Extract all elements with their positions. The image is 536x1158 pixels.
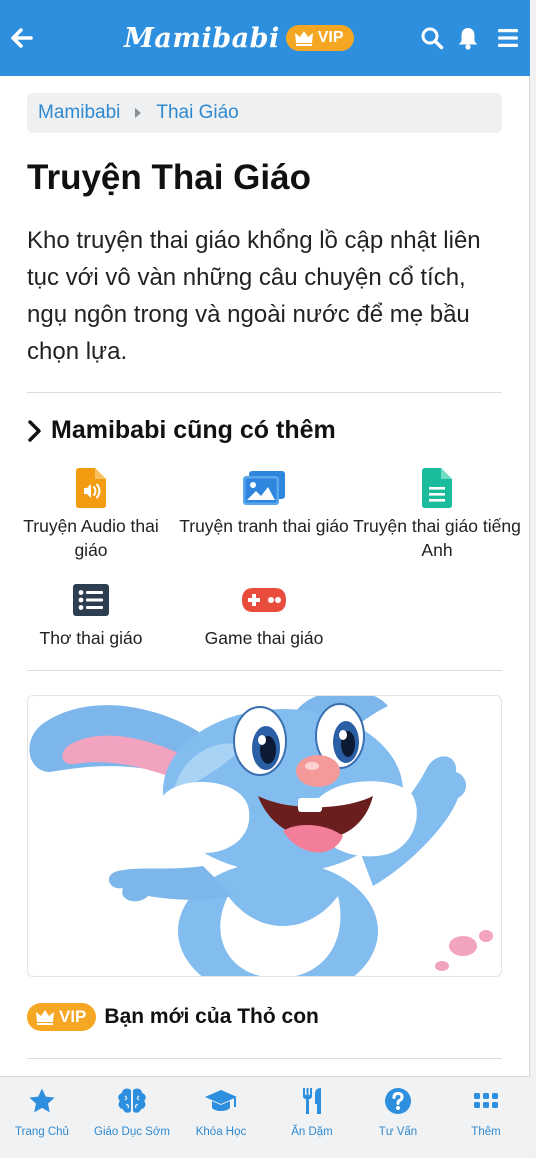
nav-label: Giáo Dục Sớm [94, 1126, 170, 1138]
crown-icon [294, 31, 313, 46]
category-label: Game thai giáo [204, 628, 324, 648]
bottom-navigation: Trang Chủ Giáo Dục Sớm Khóa Học Ăn Dặm T… [0, 1076, 530, 1158]
scrollbar-gutter [530, 0, 536, 1158]
divider [27, 670, 502, 671]
category-label: Thơ thai giáo [39, 628, 143, 648]
breadcrumb-home-link[interactable]: Mamibabi [38, 102, 120, 124]
section-title: Mamibabi cũng có thêm [51, 416, 336, 444]
nav-label: Trang Chủ [15, 1126, 69, 1138]
bell-icon [459, 28, 477, 50]
page-description: Kho truyện thai giáo khổng lồ cập nhật l… [27, 227, 481, 365]
audio-file-icon [76, 468, 106, 508]
nav-item-early-education[interactable]: Giáo Dục Sớm [88, 1085, 176, 1138]
breadcrumb-current-link[interactable]: Thai Giáo [156, 102, 238, 124]
utensils-icon [303, 1088, 321, 1114]
vip-label: VIP [317, 29, 344, 46]
category-games[interactable]: Game thai giáo [179, 580, 349, 650]
app-frame: Mamibabi VIP Mamibabi Thai Giáo Truyện T… [0, 0, 530, 1158]
list-icon [73, 584, 109, 616]
nav-item-weaning-food[interactable]: Ăn Dặm [268, 1085, 356, 1138]
nav-item-home[interactable]: Trang Chủ [0, 1085, 86, 1138]
logo[interactable]: Mamibabi VIP [124, 20, 354, 56]
vip-badge[interactable]: VIP [285, 25, 354, 51]
brain-icon [118, 1088, 146, 1113]
menu-button[interactable] [490, 20, 526, 56]
search-button[interactable] [414, 20, 450, 56]
nav-label: Thêm [471, 1126, 501, 1138]
crown-icon [36, 1010, 54, 1025]
back-arrow-icon [11, 28, 33, 48]
story-thumbnail[interactable] [27, 695, 502, 977]
story-title-row[interactable]: VIP Bạn mới của Thỏ con [27, 1003, 319, 1031]
category-label: Truyện Audio thai giáo [23, 516, 159, 560]
document-icon [422, 468, 452, 508]
gamepad-icon [242, 588, 286, 612]
story-title: Bạn mới của Thỏ con [104, 1005, 319, 1028]
category-english-stories[interactable]: Truyện thai giáo tiếng Anh [352, 468, 522, 562]
search-icon [421, 27, 444, 50]
category-audio-stories[interactable]: Truyện Audio thai giáo [6, 468, 176, 562]
grid-icon [474, 1093, 498, 1108]
section-heading: Mamibabi cũng có thêm [27, 416, 336, 445]
menu-icon [498, 29, 518, 47]
chevron-right-icon [28, 419, 41, 442]
category-label: Truyện thai giáo tiếng Anh [353, 516, 521, 560]
category-poems[interactable]: Thơ thai giáo [6, 580, 176, 650]
logo-text: Mamibabi [124, 22, 280, 54]
back-button[interactable] [4, 20, 40, 56]
bunny-illustration [28, 696, 501, 976]
breadcrumb-separator-icon [134, 107, 142, 119]
vip-label: VIP [59, 1007, 87, 1026]
nav-item-courses[interactable]: Khóa Học [177, 1085, 265, 1138]
image-icon [243, 471, 285, 505]
vip-badge: VIP [27, 1003, 97, 1031]
divider [27, 1058, 502, 1059]
top-bar: Mamibabi VIP [0, 0, 530, 76]
category-comic-stories[interactable]: Truyện tranh thai giáo [179, 468, 349, 538]
graduation-cap-icon [205, 1090, 237, 1111]
notification-button[interactable] [450, 20, 486, 56]
nav-item-consulting[interactable]: Tư Vấn [354, 1085, 442, 1138]
star-icon [29, 1088, 55, 1113]
divider [27, 392, 502, 393]
question-icon [385, 1088, 411, 1114]
category-label: Truyện tranh thai giáo [179, 516, 349, 536]
page-title: Truyện Thai Giáo [27, 158, 311, 197]
breadcrumb: Mamibabi Thai Giáo [27, 93, 502, 133]
nav-label: Ăn Dặm [291, 1126, 333, 1138]
nav-item-more[interactable]: Thêm [442, 1085, 530, 1138]
nav-label: Tư Vấn [378, 1126, 418, 1138]
nav-label: Khóa Học [195, 1126, 247, 1138]
